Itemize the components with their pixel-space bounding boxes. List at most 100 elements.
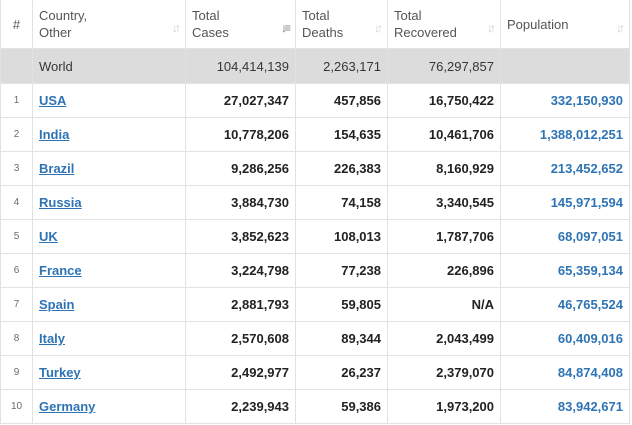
header-total-cases-line1: Total	[192, 8, 220, 23]
row-total-recovered: 2,379,070	[387, 355, 501, 390]
header-country[interactable]: Country, Other ↓↑	[32, 0, 186, 49]
row-index: 7	[0, 287, 33, 322]
row-country[interactable]: USA	[32, 83, 186, 118]
covid-stats-table: # Country, Other ↓↑ Total Cases ↓≡ Total…	[0, 0, 630, 424]
row-total-recovered: 1,973,200	[387, 389, 501, 424]
row-total-recovered: N/A	[387, 287, 501, 322]
header-num-label: #	[12, 16, 21, 32]
row-total-recovered: 16,750,422	[387, 83, 501, 118]
header-total-deaths-line1: Total	[302, 8, 330, 23]
row-population: 213,452,652	[500, 151, 630, 186]
world-label: World	[39, 58, 73, 74]
country-link[interactable]: India	[39, 127, 69, 142]
row-total-cases: 2,881,793	[185, 287, 296, 322]
sort-icon[interactable]: ↓↑	[374, 21, 383, 35]
table-row: 2 India 10,778,206 154,635 10,461,706 1,388,0…	[0, 117, 630, 152]
row-country[interactable]: Germany	[32, 389, 186, 424]
row-country[interactable]: Turkey	[32, 355, 186, 390]
country-link[interactable]: USA	[39, 93, 66, 108]
header-total-deaths-line2: Deaths	[302, 25, 344, 40]
row-population: 46,765,524	[500, 287, 630, 322]
header-population-label: Population	[507, 16, 569, 32]
row-population: 60,409,016	[500, 321, 630, 356]
table-body: World 104,414,139 2,263,171 76,297,857 1…	[0, 48, 630, 424]
sort-icon[interactable]: ↓↑	[616, 21, 625, 35]
country-link[interactable]: Italy	[39, 331, 65, 346]
row-total-deaths: 89,344	[295, 321, 388, 356]
row-total-cases: 3,884,730	[185, 185, 296, 220]
row-index: 4	[0, 185, 33, 220]
row-population: 1,388,012,251	[500, 117, 630, 152]
sort-icon[interactable]: ↓↑	[172, 21, 181, 35]
row-total-recovered: 226,896	[387, 253, 501, 288]
country-link[interactable]: Brazil	[39, 161, 74, 176]
row-index: 9	[0, 355, 33, 390]
table-row: 10 Germany 2,239,943 59,386 1,973,200 83,942,…	[0, 389, 630, 424]
row-total-recovered: 2,043,499	[387, 321, 501, 356]
row-total-deaths: 26,237	[295, 355, 388, 390]
table-row: 6 France 3,224,798 77,238 226,896 65,359,134	[0, 253, 630, 288]
row-country[interactable]: France	[32, 253, 186, 288]
row-country[interactable]: Russia	[32, 185, 186, 220]
row-total-deaths: 74,158	[295, 185, 388, 220]
row-population: 84,874,408	[500, 355, 630, 390]
table-row: 5 UK 3,852,623 108,013 1,787,706 68,097,051	[0, 219, 630, 254]
sort-icon[interactable]: ↓↑	[487, 21, 496, 35]
world-row: World 104,414,139 2,263,171 76,297,857	[0, 48, 630, 84]
country-link[interactable]: Turkey	[39, 365, 81, 380]
table-row: 4 Russia 3,884,730 74,158 3,340,545 145,971,5…	[0, 185, 630, 220]
row-country[interactable]: UK	[32, 219, 186, 254]
country-link[interactable]: Germany	[39, 399, 95, 414]
table-row: 8 Italy 2,570,608 89,344 2,043,499 60,409,016	[0, 321, 630, 356]
row-total-cases: 2,492,977	[185, 355, 296, 390]
country-link[interactable]: UK	[39, 229, 58, 244]
row-total-deaths: 77,238	[295, 253, 388, 288]
header-country-line1: Country,	[39, 8, 88, 23]
row-index: 1	[0, 83, 33, 118]
header-total-cases[interactable]: Total Cases ↓≡	[185, 0, 296, 49]
header-total-recovered-line1: Total	[394, 8, 422, 23]
header-total-cases-line2: Cases	[192, 25, 229, 40]
row-total-recovered: 3,340,545	[387, 185, 501, 220]
header-total-recovered[interactable]: Total Recovered ↓↑	[387, 0, 501, 49]
sort-descending-icon[interactable]: ↓≡	[281, 21, 291, 35]
header-total-deaths[interactable]: Total Deaths ↓↑	[295, 0, 388, 49]
row-index: 8	[0, 321, 33, 356]
row-total-recovered: 10,461,706	[387, 117, 501, 152]
row-total-deaths: 59,386	[295, 389, 388, 424]
world-country: World	[32, 48, 186, 84]
row-population: 332,150,930	[500, 83, 630, 118]
world-total-deaths: 2,263,171	[295, 48, 388, 84]
header-population[interactable]: Population ↓↑	[500, 0, 630, 49]
world-index	[0, 48, 33, 84]
row-index: 5	[0, 219, 33, 254]
row-total-cases: 3,224,798	[185, 253, 296, 288]
row-total-deaths: 154,635	[295, 117, 388, 152]
row-index: 3	[0, 151, 33, 186]
table-row: 3 Brazil 9,286,256 226,383 8,160,929 213,452,…	[0, 151, 630, 186]
table-row: 7 Spain 2,881,793 59,805 N/A 46,765,524	[0, 287, 630, 322]
row-total-cases: 2,239,943	[185, 389, 296, 424]
country-link[interactable]: Russia	[39, 195, 82, 210]
row-country[interactable]: India	[32, 117, 186, 152]
table-row: 9 Turkey 2,492,977 26,237 2,379,070 84,874,40…	[0, 355, 630, 390]
row-country[interactable]: Spain	[32, 287, 186, 322]
header-row: # Country, Other ↓↑ Total Cases ↓≡ Total…	[0, 0, 630, 49]
row-total-recovered: 8,160,929	[387, 151, 501, 186]
table-header: # Country, Other ↓↑ Total Cases ↓≡ Total…	[0, 0, 630, 49]
row-index: 10	[0, 389, 33, 424]
row-population: 65,359,134	[500, 253, 630, 288]
row-population: 145,971,594	[500, 185, 630, 220]
row-total-deaths: 108,013	[295, 219, 388, 254]
row-index: 6	[0, 253, 33, 288]
world-population	[500, 48, 630, 84]
country-link[interactable]: Spain	[39, 297, 74, 312]
header-total-recovered-line2: Recovered	[394, 25, 457, 40]
row-total-cases: 3,852,623	[185, 219, 296, 254]
country-link[interactable]: France	[39, 263, 82, 278]
row-total-cases: 10,778,206	[185, 117, 296, 152]
row-country[interactable]: Brazil	[32, 151, 186, 186]
row-population: 83,942,671	[500, 389, 630, 424]
row-total-deaths: 226,383	[295, 151, 388, 186]
row-country[interactable]: Italy	[32, 321, 186, 356]
